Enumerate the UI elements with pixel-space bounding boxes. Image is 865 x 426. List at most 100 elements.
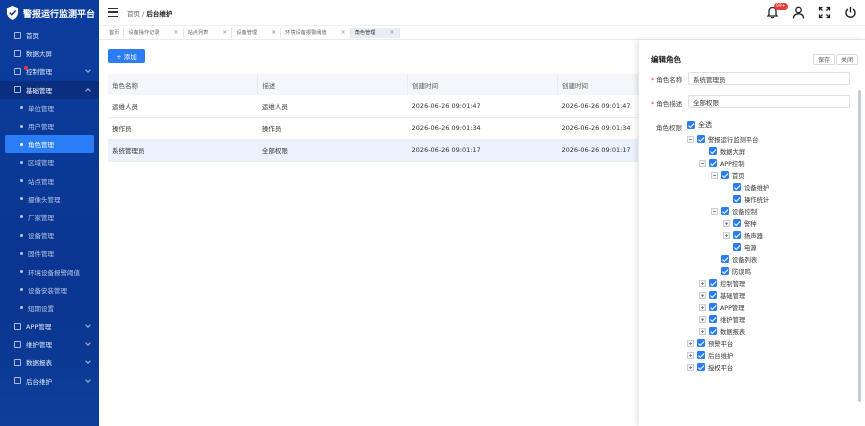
user-icon[interactable] <box>792 6 805 19</box>
sidebar-item-5[interactable]: 用户管理 <box>0 117 99 135</box>
checkbox-icon[interactable] <box>733 243 741 251</box>
tree-node[interactable]: 设备列表 <box>711 253 757 265</box>
sidebar-item-19[interactable]: 后台维护 <box>0 372 99 390</box>
checkbox-icon[interactable] <box>697 135 705 143</box>
table-row[interactable]: 系统管理员 全部权限 2026-06-26 09:01:17 2026-06-26 0… <box>108 139 638 162</box>
collapse-icon[interactable] <box>711 171 718 179</box>
power-icon[interactable] <box>844 6 857 19</box>
expand-icon[interactable] <box>687 339 694 347</box>
panel-scrollbar[interactable] <box>858 90 861 402</box>
sidebar-item-2[interactable]: 控制管理 <box>0 62 99 80</box>
expand-icon[interactable] <box>687 363 694 371</box>
tree-node[interactable]: 警报运行监测平台 <box>687 133 758 145</box>
collapse-icon[interactable] <box>699 159 706 167</box>
menu-toggle-icon[interactable] <box>108 8 118 17</box>
collapse-icon[interactable] <box>711 207 718 215</box>
sidebar-item-7[interactable]: 区域管理 <box>0 153 99 171</box>
sidebar-item-9[interactable]: 摄像头管理 <box>0 190 99 208</box>
sidebar-item-13[interactable]: 环境设备报警阈值 <box>0 262 99 280</box>
checkbox-icon[interactable] <box>709 159 717 167</box>
tree-node[interactable]: 电源 <box>723 241 757 253</box>
checkbox-icon[interactable] <box>721 267 729 275</box>
sidebar-item-1[interactable]: 数据大屏 <box>0 44 99 62</box>
checkbox-icon[interactable] <box>733 183 741 191</box>
expand-icon[interactable] <box>699 291 706 299</box>
checkbox-icon[interactable] <box>697 351 705 359</box>
expand-icon[interactable] <box>723 231 730 239</box>
column-header[interactable]: 创建时间 <box>407 74 559 95</box>
expand-icon[interactable] <box>699 315 706 323</box>
tree-node[interactable]: 防误鸣 <box>711 265 751 277</box>
checkbox-icon[interactable] <box>709 327 717 335</box>
checkbox-icon[interactable] <box>709 147 717 155</box>
checkbox-icon[interactable] <box>733 231 741 239</box>
tab-0[interactable]: 首页 <box>105 27 125 38</box>
checkbox-icon[interactable] <box>709 279 717 287</box>
expand-icon[interactable] <box>723 219 730 227</box>
checkbox-icon[interactable] <box>733 195 741 203</box>
tree-node[interactable]: 授权平台 <box>687 361 733 373</box>
sidebar-item-12[interactable]: 固件管理 <box>0 244 99 262</box>
checkbox-icon[interactable] <box>733 219 741 227</box>
breadcrumb-home[interactable]: 首页 <box>127 10 140 18</box>
sidebar-item-14[interactable]: 设备安装管理 <box>0 281 99 299</box>
tab-1[interactable]: 设备操作记录 × <box>124 27 184 38</box>
checkbox-icon[interactable] <box>721 255 729 263</box>
collapse-icon[interactable] <box>687 135 694 143</box>
close-icon[interactable]: × <box>389 29 394 36</box>
tree-node[interactable]: APP管理 <box>699 301 745 313</box>
table-row[interactable]: 操作员 操作员 2026-06-26 09:01:34 2026-06-26 09:0… <box>108 117 638 140</box>
sidebar-item-11[interactable]: 设备管理 <box>0 226 99 244</box>
select-all-checkbox[interactable]: 全选 <box>687 119 712 131</box>
tree-node[interactable]: APP控制 <box>699 157 745 169</box>
close-icon[interactable]: × <box>341 29 346 36</box>
sidebar-item-4[interactable]: 单位管理 <box>0 99 99 117</box>
close-button[interactable]: 关闭 <box>836 54 859 65</box>
tab-3[interactable]: 设备管理 × <box>232 27 282 38</box>
checkbox-icon[interactable] <box>709 303 717 311</box>
sidebar-item-18[interactable]: 数据报表 <box>0 353 99 371</box>
column-header[interactable]: 角色名称 <box>108 74 259 95</box>
save-button[interactable]: 保存 <box>813 54 836 65</box>
role-desc-input[interactable]: 全部权限 <box>688 95 850 108</box>
sidebar-item-3[interactable]: 基础管理 <box>0 80 99 99</box>
notification-bell-icon[interactable]: 99+ <box>766 3 788 19</box>
tree-node[interactable]: 首页 <box>711 169 745 181</box>
role-name-input[interactable]: 系统管理员 <box>688 72 850 85</box>
column-header[interactable]: 描述 <box>257 74 409 95</box>
tab-5[interactable]: 角色管理 × <box>350 27 400 38</box>
checkbox-icon[interactable] <box>709 315 717 323</box>
sidebar-item-17[interactable]: 维护管理 <box>0 335 99 353</box>
sidebar-item-6[interactable]: 角色管理 <box>5 135 94 154</box>
sidebar-item-16[interactable]: APP管理 <box>0 317 99 335</box>
tree-node[interactable]: 预警平台 <box>687 337 733 349</box>
checkbox-icon[interactable] <box>721 207 729 215</box>
tree-node[interactable]: 数据报表 <box>699 325 745 337</box>
add-button[interactable]: + 添加 <box>108 49 145 63</box>
tree-node[interactable]: 设备控制 <box>711 205 757 217</box>
app-logo[interactable]: 警报运行监测平台 <box>0 0 99 26</box>
tree-node[interactable]: 控制管理 <box>699 277 745 289</box>
expand-icon[interactable] <box>687 351 694 359</box>
tree-node[interactable]: 警种 <box>723 217 757 229</box>
sidebar-item-15[interactable]: 短期设置 <box>0 299 99 317</box>
checkbox-icon[interactable] <box>697 363 705 371</box>
tree-node[interactable]: 扬声器 <box>723 229 763 241</box>
checkbox-icon[interactable] <box>721 171 729 179</box>
tab-2[interactable]: 站点列表 × <box>184 27 233 38</box>
expand-icon[interactable] <box>699 327 706 335</box>
tree-node[interactable]: 设备维护 <box>723 181 769 193</box>
tree-node[interactable]: 基础管理 <box>699 289 745 301</box>
checkbox-icon[interactable] <box>697 339 705 347</box>
expand-icon[interactable] <box>699 279 706 287</box>
close-icon[interactable]: × <box>174 29 179 36</box>
tree-node[interactable]: 数据大屏 <box>699 145 745 157</box>
tree-node[interactable]: 操作统计 <box>723 193 769 205</box>
tree-node[interactable]: 后台维护 <box>687 349 733 361</box>
table-row[interactable]: 运维人员 运维人员 2026-06-26 09:01:47 2026-06-26 09… <box>108 95 638 118</box>
sidebar-item-10[interactable]: 厂家管理 <box>0 208 99 226</box>
sidebar-item-8[interactable]: 站点管理 <box>0 172 99 190</box>
expand-icon[interactable] <box>699 303 706 311</box>
sidebar-item-0[interactable]: 首页 <box>0 26 99 44</box>
close-icon[interactable]: × <box>271 29 276 36</box>
